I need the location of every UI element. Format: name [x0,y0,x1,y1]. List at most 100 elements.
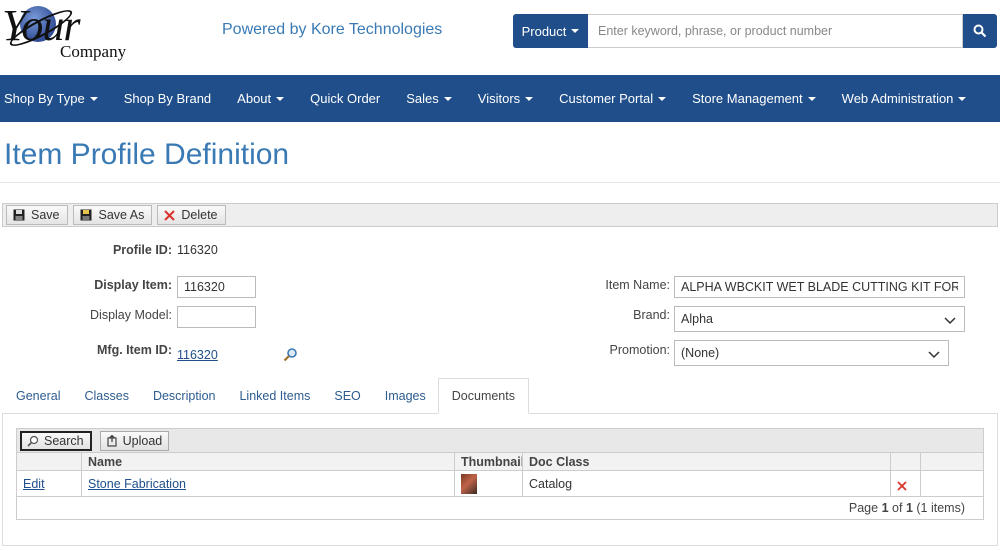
tab-images[interactable]: Images [373,378,438,414]
nav-item-label: Customer Portal [559,91,654,106]
grid-search-button[interactable]: Search [20,430,92,451]
upload-button[interactable]: Upload [99,430,170,451]
chevron-down-icon [958,96,967,101]
document-thumbnail[interactable] [461,473,477,494]
edit-link[interactable]: Edit [23,477,45,491]
tab-seo[interactable]: SEO [322,378,372,414]
column-header-action [17,453,82,470]
column-header-delete [891,453,921,470]
nav-item-customer-portal[interactable]: Customer Portal [546,75,679,122]
company-logo[interactable]: Your Company [0,1,140,66]
chevron-down-icon [928,351,940,359]
nav-item-shop-by-type[interactable]: Shop By Type [0,75,111,122]
upload-label: Upload [122,433,163,448]
cell-thumbnail [455,471,523,496]
search-category-dropdown[interactable]: Product [513,14,588,48]
pager-prefix: Page [848,501,879,515]
search-category-label: Product [521,23,567,39]
column-header-name[interactable]: Name [82,453,455,470]
chevron-down-icon [443,96,452,101]
floppy-disk-icon [13,209,25,221]
nav-item-label: Shop By Brand [123,91,212,106]
chevron-down-icon [658,96,667,101]
delete-x-icon[interactable] [897,480,907,491]
column-header-thumbnail[interactable]: Thumbnail [455,453,523,470]
tab-description[interactable]: Description [141,378,228,414]
search-icon [973,24,987,38]
table-row: Edit Stone Fabrication Catalog [17,471,983,497]
search-input[interactable] [588,14,963,48]
document-name-link[interactable]: Stone Fabrication [88,477,186,491]
tab-bar: General Classes Description Linked Items SEO… [4,378,529,414]
chevron-down-icon [944,317,956,325]
profile-id-value: 116320 [177,243,218,257]
nav-item-sales[interactable]: Sales [393,75,465,122]
nav-item-about[interactable]: About [224,75,297,122]
pager-current-page: 1 [881,501,889,515]
page-title: Item Profile Definition [4,138,290,171]
promotion-selected-value: (None) [681,346,720,360]
nav-item-label: Quick Order [310,91,381,106]
display-item-field[interactable] [177,276,256,298]
nav-item-web-administration[interactable]: Web Administration [829,75,980,122]
profile-id-label: Profile ID: [112,243,172,257]
display-model-label: Display Model: [90,308,172,322]
nav-item-label: Sales [406,91,439,106]
cell-action: Edit [17,471,82,496]
pager-items: (1 items) [916,501,965,515]
mfg-item-link[interactable]: 116320 [177,348,218,362]
grid-toolbar: Search Upload [17,429,983,453]
pager-of: of [892,501,903,515]
nav-item-label: Web Administration [841,91,954,106]
cell-extra [921,471,983,496]
delete-x-icon [164,209,176,221]
site-header: Your Company Powered by Kore Technologie… [0,0,1000,75]
grid-pager: Page 1 of 1 (1 items) [17,497,983,519]
chevron-down-icon [276,96,285,101]
search-bar: Product [513,14,997,48]
chevron-down-icon [525,96,534,101]
action-toolbar: Save Save As Delete [2,203,998,227]
save-as-icon [80,209,91,220]
chevron-down-icon [807,96,816,101]
tab-classes[interactable]: Classes [72,378,140,414]
brand-select[interactable]: Alpha [674,306,965,332]
brand-label: Brand: [633,308,670,322]
delete-button[interactable]: Delete [157,205,226,225]
tab-documents[interactable]: Documents [437,378,529,414]
nav-item-label: About [237,91,272,106]
promotion-label: Promotion: [609,343,670,357]
chevron-down-icon [571,29,580,33]
delete-label: Delete [181,208,218,222]
promotion-select[interactable]: (None) [674,340,949,366]
save-as-button[interactable]: Save As [72,205,153,225]
search-button[interactable] [963,14,997,48]
nav-item-visitors[interactable]: Visitors [465,75,546,122]
nav-item-label: Shop By Type [4,91,85,106]
cell-delete [891,471,921,496]
cell-doc-class: Catalog [523,471,891,496]
pager-total-pages: 1 [905,501,913,515]
save-button[interactable]: Save [6,205,68,225]
tab-general[interactable]: General [4,378,72,414]
main-nav: Shop By Type Shop By Brand About Quick Orde… [0,75,1000,122]
tagline: Powered by Kore Technologies [222,21,443,38]
grid-header: Name Thumbnail Doc Class [17,453,983,471]
nav-item-store-management[interactable]: Store Management [679,75,829,122]
documents-grid: Search Upload Name Thumbnail Doc Class E… [16,428,984,520]
mfg-item-label: Mfg. Item ID: [97,343,172,357]
column-header-doc-class[interactable]: Doc Class [523,453,891,470]
nav-item-label: Visitors [477,91,521,106]
magnifier-icon[interactable] [283,347,298,362]
upload-icon [107,434,117,447]
column-header-extra [921,453,983,470]
item-name-field[interactable] [674,276,965,298]
logo-subtext: Company [60,42,127,61]
display-model-field[interactable] [177,306,256,328]
nav-item-shop-by-brand[interactable]: Shop By Brand [111,75,224,122]
save-as-label: Save As [98,208,145,222]
tab-linked-items[interactable]: Linked Items [227,378,322,414]
item-name-label: Item Name: [605,278,670,292]
nav-item-quick-order[interactable]: Quick Order [297,75,393,122]
grid-search-label: Search [44,433,84,448]
